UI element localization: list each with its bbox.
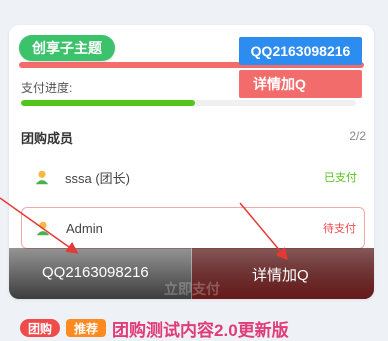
overlay-qq-text: QQ2163098216 bbox=[42, 264, 149, 281]
brand-pill[interactable]: 创享子主题 bbox=[19, 35, 115, 61]
overlay-detail-text: 详情加Q bbox=[252, 267, 309, 284]
member-status-pending: 待支付 bbox=[323, 223, 356, 235]
payment-progress-fill bbox=[21, 100, 196, 106]
user-avatar-icon bbox=[31, 166, 53, 188]
member-status-paid: 已支付 bbox=[324, 172, 357, 184]
tag-group-buy: 团购 bbox=[20, 319, 61, 337]
pay-now-button[interactable]: 立即支付 bbox=[164, 279, 220, 299]
detail-contact-badge[interactable]: 详情加Q bbox=[239, 70, 362, 98]
payment-progress-label: 支付进度: bbox=[21, 81, 73, 95]
user-avatar-icon bbox=[32, 217, 54, 239]
payment-progress-bar bbox=[21, 100, 356, 106]
member-name: Admin bbox=[66, 220, 103, 236]
item-title: 团购测试内容2.0更新版 bbox=[112, 320, 289, 340]
members-count: 2/2 bbox=[349, 129, 366, 143]
members-title: 团购成员 bbox=[21, 131, 74, 146]
tag-recommend: 推荐 bbox=[66, 319, 107, 337]
member-row[interactable]: sssa (团长) 已支付 bbox=[21, 156, 365, 198]
member-row[interactable]: Admin 待支付 bbox=[21, 207, 365, 249]
next-item-preview[interactable]: 团购 推荐 团购测试内容2.0更新版 bbox=[20, 318, 289, 340]
qq-contact-badge[interactable]: QQ2163098216 bbox=[239, 37, 362, 65]
member-name: sssa (团长) bbox=[65, 170, 131, 186]
